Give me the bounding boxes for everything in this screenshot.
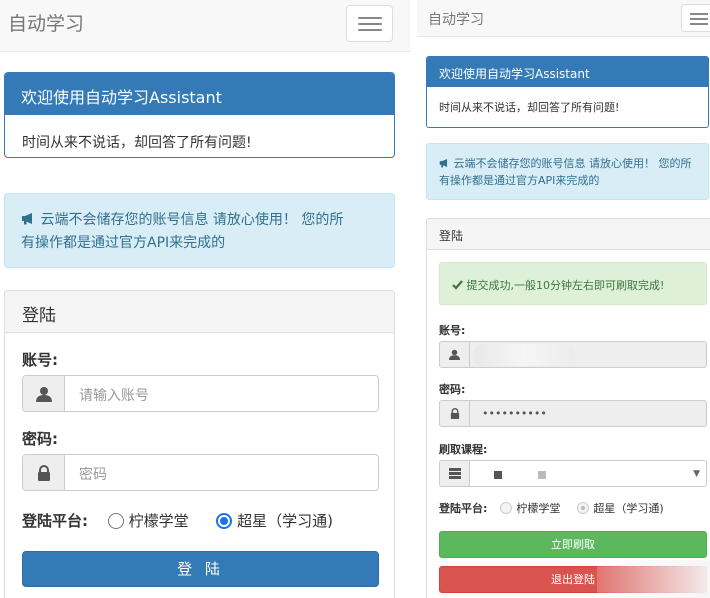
login-panel: 登陆 账号: 请输入账号 密码: 密码 登陆平台: 柠檬学堂 超星（学习通) 登… xyxy=(4,290,395,598)
platform-row: 登陆平台: 柠檬学堂 超星（学习通) xyxy=(439,500,664,516)
password-input[interactable]: •••••••••• xyxy=(439,400,707,427)
welcome-title: 欢迎使用自动学习Assistant xyxy=(5,73,394,115)
success-alert: 提交成功,一般10分钟左右即可刷取完成! xyxy=(439,262,707,305)
check-icon xyxy=(452,280,463,290)
hamburger-menu-button[interactable] xyxy=(346,5,393,42)
radio-lemon[interactable] xyxy=(107,513,124,529)
user-icon xyxy=(449,349,460,360)
password-placeholder: 密码 xyxy=(79,467,107,483)
welcome-panel: 欢迎使用自动学习Assistant 时间从来不说话，却回答了所有问题! xyxy=(426,56,709,128)
lock-icon-addon xyxy=(440,401,470,426)
info-notice: 云端不会储存您的账号信息 请放心使用！ 您的所 有操作都是通过官方API来完成的 xyxy=(4,193,395,268)
account-input[interactable] xyxy=(439,341,707,368)
login-title: 登陆 xyxy=(427,219,710,250)
hamburger-menu-button[interactable] xyxy=(681,4,710,32)
lock-icon xyxy=(38,465,50,481)
welcome-panel: 欢迎使用自动学习Assistant 时间从来不说话，却回答了所有问题! xyxy=(4,72,395,158)
radio-chaoxing-label[interactable]: 超星（学习通) xyxy=(593,502,663,515)
course-value-redacted xyxy=(494,471,502,479)
chevron-down-icon: ▼ xyxy=(693,469,700,479)
user-icon xyxy=(36,387,52,402)
bullhorn-icon xyxy=(439,158,448,168)
start-brush-button[interactable]: 立即刷取 xyxy=(439,531,707,558)
welcome-body: 时间从来不说话，却回答了所有问题! xyxy=(439,101,620,114)
radio-chaoxing[interactable] xyxy=(216,513,233,529)
radio-chaoxing-label[interactable]: 超星（学习通) xyxy=(237,512,333,530)
notice-line-1: 云端不会储存您的账号信息 请放心使用！ 您的所 xyxy=(40,212,344,228)
hamburger-menu-icon xyxy=(358,29,382,31)
user-icon-addon xyxy=(23,376,65,411)
welcome-title: 欢迎使用自动学习Assistant xyxy=(427,57,708,87)
account-placeholder: 请输入账号 xyxy=(79,388,149,404)
notice-line-2: 有操作都是通过官方API来完成的 xyxy=(21,235,226,251)
account-input[interactable]: 请输入账号 xyxy=(22,375,379,412)
navbar: 自动学习 xyxy=(417,0,710,37)
left-screen: 自动学习 欢迎使用自动学习Assistant 时间从来不说话，却回答了所有问题!… xyxy=(0,0,410,598)
password-input[interactable]: 密码 xyxy=(22,454,379,491)
radio-lemon-label[interactable]: 柠檬学堂 xyxy=(129,512,189,530)
password-value: •••••••••• xyxy=(482,407,547,420)
hamburger-menu-icon xyxy=(358,17,382,19)
notice-line-1: 云端不会储存您的账号信息 请放心使用！ 您的所 xyxy=(453,157,692,170)
redaction-overlay xyxy=(597,560,710,598)
hamburger-menu-icon xyxy=(690,18,708,20)
course-select[interactable]: ▼ xyxy=(439,460,707,487)
navbar-brand[interactable]: 自动学习 xyxy=(428,9,484,29)
course-value-redacted xyxy=(538,471,546,479)
list-icon xyxy=(449,468,461,479)
radio-lemon[interactable] xyxy=(500,502,513,514)
navbar-brand[interactable]: 自动学习 xyxy=(8,9,84,36)
login-title: 登陆 xyxy=(5,291,394,333)
notice-line-2: 有操作都是通过官方API来完成的 xyxy=(439,174,600,187)
account-value-redacted xyxy=(474,344,574,366)
list-icon-addon xyxy=(440,461,470,486)
hamburger-menu-icon xyxy=(690,23,708,25)
platform-label: 登陆平台: xyxy=(22,512,88,530)
platform-row: 登陆平台: 柠檬学堂 超星（学习通) xyxy=(22,510,333,531)
right-screen: 自动学习 欢迎使用自动学习Assistant 时间从来不说话，却回答了所有问题!… xyxy=(417,0,710,598)
login-panel: 登陆 提交成功,一般10分钟左右即可刷取完成! 账号: 密码: ••••••••… xyxy=(426,218,710,598)
course-label: 刷取课程: xyxy=(439,443,488,456)
welcome-body: 时间从来不说话，却回答了所有问题! xyxy=(22,135,252,151)
password-label: 密码: xyxy=(439,383,466,396)
user-icon-addon xyxy=(440,342,470,367)
account-label: 账号: xyxy=(439,324,466,337)
hamburger-menu-icon xyxy=(358,23,382,25)
radio-lemon-label[interactable]: 柠檬学堂 xyxy=(516,502,560,515)
lock-icon xyxy=(450,408,460,419)
hamburger-menu-icon xyxy=(690,13,708,15)
radio-chaoxing[interactable] xyxy=(577,502,590,514)
platform-label: 登陆平台: xyxy=(439,502,488,515)
lock-icon-addon xyxy=(23,455,65,490)
navbar: 自动学习 xyxy=(0,0,410,52)
account-label: 账号: xyxy=(22,351,58,369)
login-button[interactable]: 登 陆 xyxy=(22,551,379,587)
bullhorn-icon xyxy=(22,213,32,225)
info-notice: 云端不会储存您的账号信息 请放心使用！ 您的所 有操作都是通过官方API来完成的 xyxy=(426,143,709,200)
password-label: 密码: xyxy=(22,430,58,448)
success-message: 提交成功,一般10分钟左右即可刷取完成! xyxy=(466,279,665,292)
